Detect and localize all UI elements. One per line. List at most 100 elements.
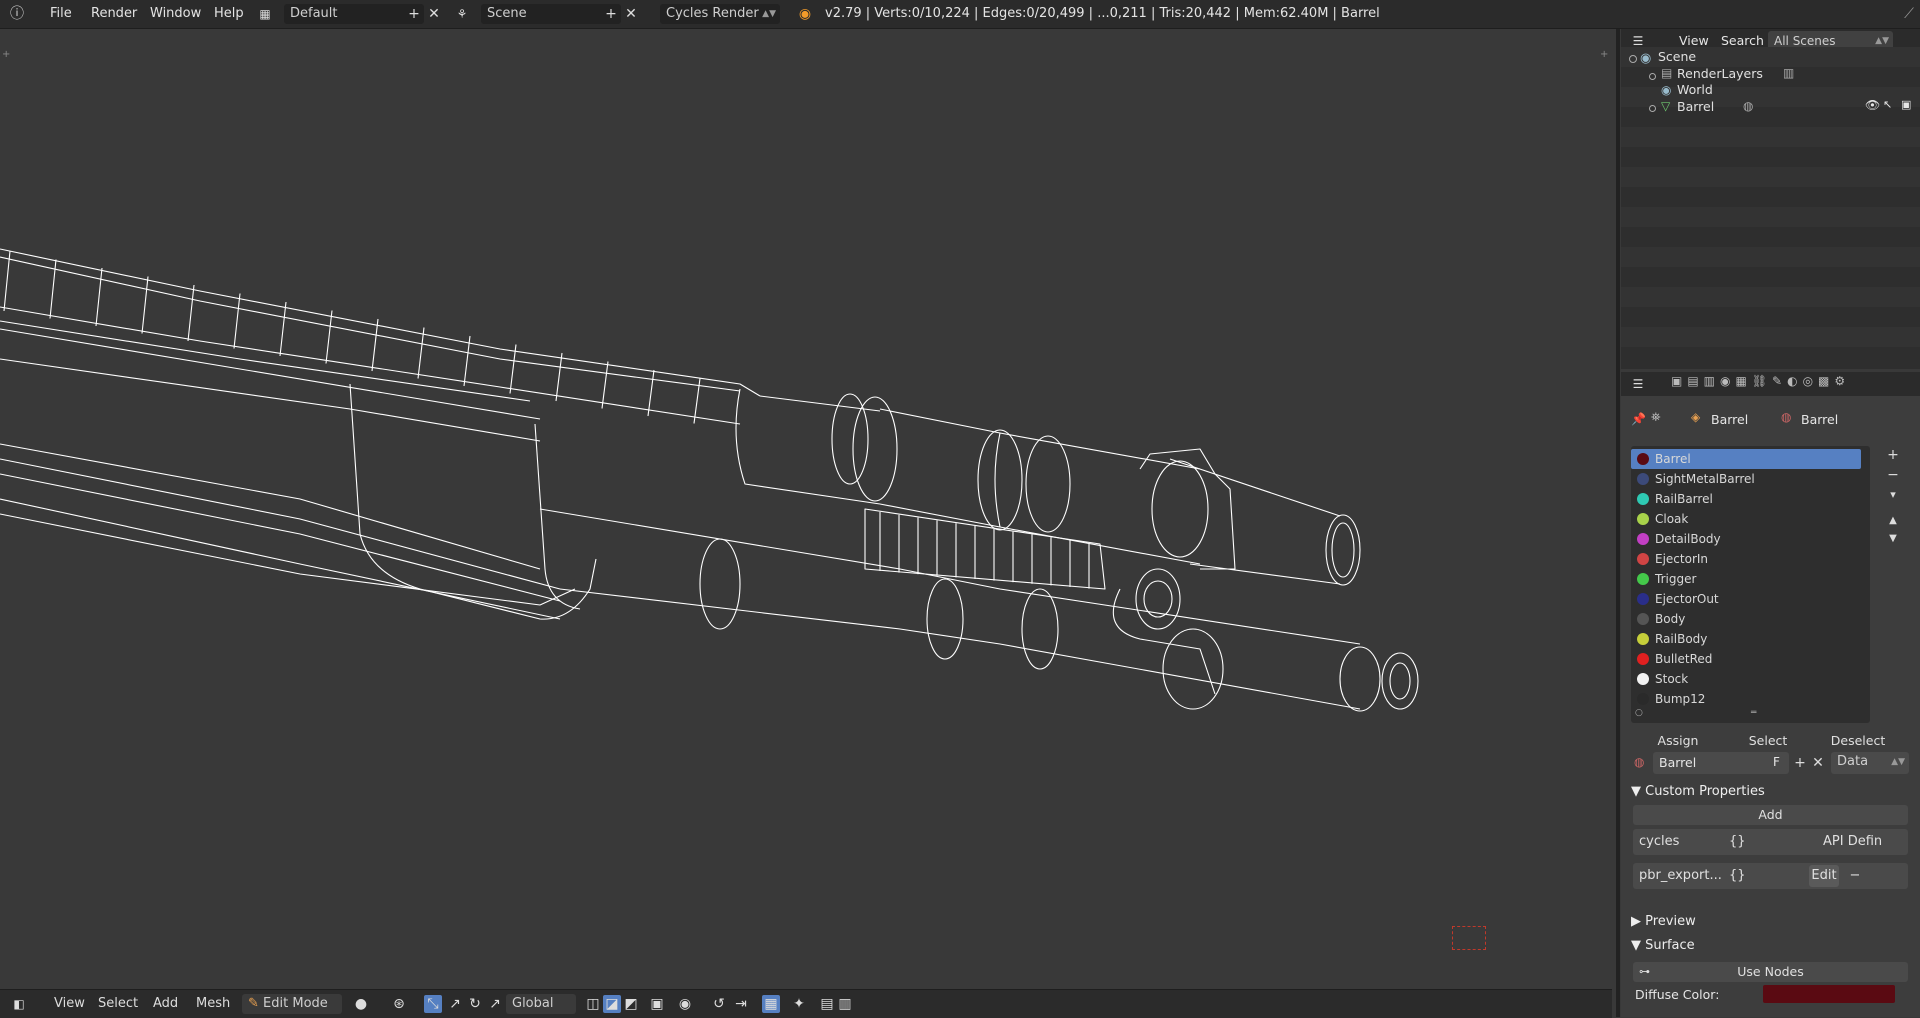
- move-slot-up-icon[interactable]: ▲: [1884, 512, 1902, 530]
- menu-select[interactable]: Select: [98, 990, 138, 1018]
- 3d-viewport[interactable]: + +: [0, 29, 1612, 989]
- material-slot-item[interactable]: RailBody: [1631, 629, 1861, 649]
- material-slot-name: RailBarrel: [1655, 492, 1713, 506]
- pivot-point-icon[interactable]: ⊛: [390, 995, 408, 1013]
- material-slot-item[interactable]: Stock: [1631, 669, 1861, 689]
- use-nodes-button[interactable]: ⊶ Use Nodes: [1633, 962, 1908, 982]
- edge-select-icon[interactable]: ◪: [603, 995, 621, 1013]
- material-slot-item[interactable]: Barrel: [1631, 449, 1861, 469]
- list-filter-toggle[interactable]: ○: [1635, 708, 1643, 718]
- screen-layout-field[interactable]: Default: [284, 4, 424, 24]
- material-slot-item[interactable]: EjectorIn: [1631, 549, 1861, 569]
- menu-help[interactable]: Help: [214, 0, 244, 28]
- material-slot-item[interactable]: DetailBody: [1631, 529, 1861, 549]
- breadcrumb-object[interactable]: Barrel: [1711, 412, 1748, 427]
- material-slot-item[interactable]: Bump12: [1631, 689, 1861, 709]
- unlink-material-button[interactable]: ✕: [1809, 754, 1827, 772]
- menu-window[interactable]: Window: [150, 0, 201, 28]
- material-specials-menu[interactable]: ▾: [1884, 486, 1902, 504]
- renderable-camera-icon[interactable]: ▣: [1901, 98, 1911, 111]
- menu-view[interactable]: View: [54, 990, 85, 1018]
- outliner-item-barrel[interactable]: Barrel: [1677, 97, 1714, 117]
- material-slot-item[interactable]: EjectorOut: [1631, 589, 1861, 609]
- occlude-geometry-icon[interactable]: ▦: [762, 995, 780, 1013]
- snap-icon[interactable]: ↺: [710, 995, 728, 1013]
- expand-toggle-icon[interactable]: [1629, 55, 1637, 63]
- delete-screen-button[interactable]: ✕: [425, 5, 443, 23]
- preview-panel-header[interactable]: ▶ Preview: [1631, 912, 1696, 932]
- scene-field[interactable]: Scene: [481, 4, 621, 24]
- material-slot-item[interactable]: Trigger: [1631, 569, 1861, 589]
- deselect-button[interactable]: Deselect: [1813, 731, 1903, 751]
- property-row-pbr-export: pbr_export... {} Edit −: [1633, 863, 1908, 889]
- material-slot-item[interactable]: BulletRed: [1631, 649, 1861, 669]
- menu-render[interactable]: Render: [91, 0, 137, 28]
- corner-plus-icon[interactable]: +: [2, 49, 10, 60]
- wire-edge: [371, 318, 379, 372]
- fake-user-toggle[interactable]: F: [1773, 755, 1780, 769]
- pin-icon[interactable]: 📌: [1631, 412, 1646, 426]
- assign-button[interactable]: Assign: [1633, 731, 1723, 751]
- area-corner-icon[interactable]: ⟋: [1900, 5, 1918, 23]
- material-slot-item[interactable]: Cloak: [1631, 509, 1861, 529]
- add-scene-button[interactable]: +: [602, 5, 620, 23]
- remove-material-slot-button[interactable]: −: [1884, 466, 1902, 484]
- selectable-cursor-icon[interactable]: ↖: [1883, 98, 1892, 111]
- snap-target-icon[interactable]: ⇥: [732, 995, 750, 1013]
- edit-property-button[interactable]: Edit: [1809, 865, 1839, 887]
- render-engine-select[interactable]: Cycles Render ▲▼: [660, 4, 780, 24]
- scale-manipulator-icon[interactable]: ↗: [486, 995, 504, 1013]
- material-slot-item[interactable]: Body: [1631, 609, 1861, 629]
- material-datablock-field[interactable]: Barrel F: [1653, 752, 1789, 774]
- add-property-button[interactable]: Add: [1633, 805, 1908, 825]
- transform-orientation-select[interactable]: Global: [506, 994, 576, 1014]
- vertex-select-icon[interactable]: ◫: [584, 995, 602, 1013]
- corner-plus-icon[interactable]: +: [1600, 49, 1608, 60]
- outliner-view-menu[interactable]: View: [1679, 33, 1709, 48]
- info-editor-icon[interactable]: ⓘ: [8, 5, 26, 23]
- sequence-icon[interactable]: ▥: [836, 995, 854, 1013]
- expand-toggle-icon[interactable]: [1649, 73, 1656, 80]
- material-slot-item[interactable]: SightMetalBarrel: [1631, 469, 1861, 489]
- add-material-slot-button[interactable]: +: [1884, 446, 1902, 464]
- limit-selection-icon[interactable]: ▣: [648, 995, 666, 1013]
- proportional-edit-icon[interactable]: ◉: [676, 995, 694, 1013]
- diffuse-color-swatch[interactable]: [1763, 985, 1895, 1003]
- material-slot-item[interactable]: RailBarrel: [1631, 489, 1861, 509]
- custom-properties-header[interactable]: ▼ Custom Properties: [1631, 782, 1765, 802]
- render-opengl-icon[interactable]: ✦: [790, 995, 808, 1013]
- surface-panel-header[interactable]: ▼ Surface: [1631, 936, 1695, 956]
- select-button[interactable]: Select: [1723, 731, 1813, 751]
- expand-toggle-icon[interactable]: [1649, 105, 1656, 112]
- properties-editor-icon[interactable]: ☰: [1629, 375, 1647, 393]
- editor-type-icon[interactable]: ◧: [10, 995, 28, 1013]
- menu-mesh[interactable]: Mesh: [196, 990, 230, 1018]
- properties-context-tabs[interactable]: ▣▤▥◉▦⛓✎◐◎▩⚙: [1671, 374, 1850, 388]
- menu-file[interactable]: File: [50, 0, 72, 28]
- screen-layout-icon[interactable]: ▦: [256, 5, 274, 23]
- mode-select[interactable]: ✎ Edit Mode: [242, 994, 342, 1014]
- move-slot-down-icon[interactable]: ▼: [1884, 530, 1902, 548]
- material-slot-name: Body: [1655, 612, 1686, 626]
- link-mode-select[interactable]: Data ▲▼: [1831, 752, 1909, 774]
- translate-manipulator-icon[interactable]: ↗: [446, 995, 464, 1013]
- area-splitter[interactable]: [1616, 29, 1620, 1017]
- shading-mode-icon[interactable]: ●: [352, 995, 370, 1013]
- manipulator-toggle-icon[interactable]: ⤡: [424, 995, 442, 1013]
- render-animation-icon[interactable]: ▤: [818, 995, 836, 1013]
- scene-icon[interactable]: ⚘: [453, 5, 471, 23]
- rotate-manipulator-icon[interactable]: ↻: [466, 995, 484, 1013]
- new-material-button[interactable]: +: [1791, 754, 1809, 772]
- add-screen-button[interactable]: +: [405, 5, 423, 23]
- delete-scene-button[interactable]: ✕: [622, 5, 640, 23]
- remove-property-icon[interactable]: −: [1845, 865, 1865, 887]
- list-resize-handle[interactable]: ═: [1751, 708, 1756, 718]
- menu-add[interactable]: Add: [153, 990, 178, 1018]
- material-slot-list[interactable]: Barrel SightMetalBarrel RailBarrel Cloak Det…: [1631, 446, 1870, 723]
- breadcrumb-material[interactable]: Barrel: [1801, 412, 1838, 427]
- face-select-icon[interactable]: ◩: [622, 995, 640, 1013]
- mesh-object-icon: ▽: [1661, 99, 1671, 113]
- render-layer-icon: ▥: [1783, 66, 1795, 80]
- visibility-eye-icon[interactable]: 👁: [1865, 98, 1880, 112]
- outliner-search-menu[interactable]: Search: [1721, 33, 1764, 48]
